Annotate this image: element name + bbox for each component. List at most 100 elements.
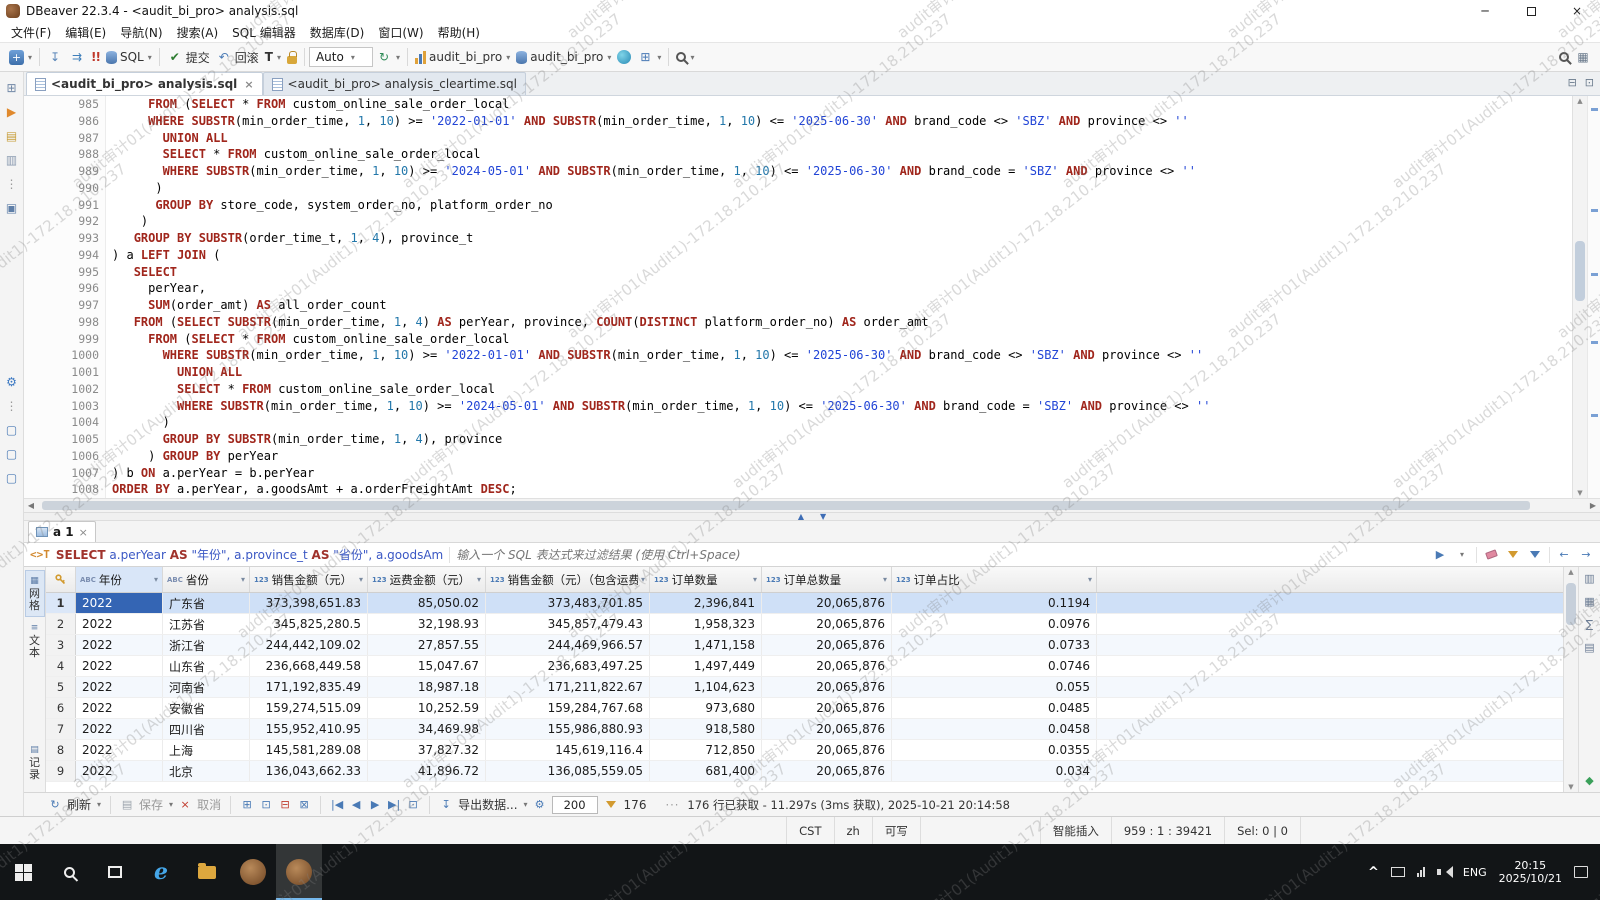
script-doc-icon[interactable]: ▢: [1, 466, 23, 490]
save-button[interactable]: 保存: [139, 796, 163, 813]
prev-page-button[interactable]: ◀: [349, 797, 363, 813]
row-number[interactable]: 1: [46, 593, 76, 613]
grid-cell[interactable]: 20,065,876: [762, 593, 892, 613]
grid-panel-icon[interactable]: ▦: [1584, 595, 1594, 608]
menu-item-0[interactable]: 文件(F): [4, 23, 58, 42]
overflow-icon[interactable]: ···: [665, 798, 679, 812]
grid-cell[interactable]: 244,469,966.57: [486, 635, 650, 655]
grid-cell[interactable]: 10,252.59: [368, 698, 486, 718]
code-line[interactable]: FROM (SELECT * FROM custom_online_sale_o…: [112, 96, 1572, 113]
action-center-icon[interactable]: [1574, 866, 1588, 878]
splitter-up-icon[interactable]: ▲: [798, 512, 804, 521]
grid-cell[interactable]: 18,987.18: [368, 677, 486, 697]
code-line[interactable]: FROM (SELECT SUBSTR(min_order_time, 1, 4…: [112, 314, 1572, 331]
grid-cell[interactable]: 373,483,701.85: [486, 593, 650, 613]
grid-cell[interactable]: 155,986,880.93: [486, 719, 650, 739]
menu-item-4[interactable]: SQL 编辑器: [225, 23, 303, 42]
commit-mode-combo[interactable]: Auto▾: [309, 47, 373, 67]
column-header-0[interactable]: ABC年份▾: [76, 567, 163, 592]
grid-cell[interactable]: 0.0746: [892, 656, 1097, 676]
code-line[interactable]: GROUP BY SUBSTR(min_order_time, 1, 4), p…: [112, 431, 1572, 448]
rollback-button[interactable]: ↶回滚: [213, 45, 262, 69]
grid-cell[interactable]: 345,857,479.43: [486, 614, 650, 634]
grid-cell[interactable]: 江苏省: [163, 614, 250, 634]
edit-cell-button[interactable]: ⊠: [297, 797, 311, 813]
grid-cell[interactable]: 20,065,876: [762, 761, 892, 781]
grid-cell[interactable]: 河南省: [163, 677, 250, 697]
scrollbar-thumb[interactable]: [42, 501, 1530, 510]
grid-cell[interactable]: 136,043,662.33: [250, 761, 368, 781]
chevron-down-icon[interactable]: ▾: [97, 800, 101, 809]
chevron-down-icon[interactable]: ▾: [524, 800, 528, 809]
grid-cell[interactable]: 山东省: [163, 656, 250, 676]
fetch-size-input[interactable]: [552, 796, 598, 814]
column-header-2[interactable]: 123销售金额（元）▾: [250, 567, 368, 592]
column-header-4[interactable]: 123销售金额（元）（包含运费）▾: [486, 567, 650, 592]
visualize-button[interactable]: [614, 45, 634, 69]
editor-vertical-scrollbar[interactable]: ▲ ▼: [1572, 96, 1587, 498]
menu-item-2[interactable]: 导航(N): [113, 23, 169, 42]
sql-menu-button[interactable]: SQL▾: [103, 45, 155, 69]
history-back-icon[interactable]: ←: [1556, 547, 1572, 563]
grid-vertical-scrollbar[interactable]: ▲ ▼: [1563, 567, 1578, 792]
lock-button[interactable]: [284, 45, 300, 69]
grid-cell[interactable]: 171,211,822.67: [486, 677, 650, 697]
focus-row-button[interactable]: ⊡: [406, 797, 420, 813]
grid-cell[interactable]: 0.0485: [892, 698, 1097, 718]
grid-cell[interactable]: 1,104,623: [650, 677, 762, 697]
row-number[interactable]: 5: [46, 677, 76, 697]
grid-cell[interactable]: 2022: [76, 677, 163, 697]
record-mode-toggle[interactable]: ▤记录: [25, 739, 45, 786]
code-line[interactable]: GROUP BY store_code, system_order_no, pl…: [112, 197, 1572, 214]
grid-cell[interactable]: 2022: [76, 656, 163, 676]
editor-horizontal-scrollbar[interactable]: ◀ ▶: [24, 498, 1600, 512]
taskbar-clock[interactable]: 20:15 2025/10/21: [1499, 859, 1562, 885]
chevron-down-icon[interactable]: ▾: [753, 575, 757, 584]
language-indicator[interactable]: ENG: [1463, 866, 1487, 879]
code-line[interactable]: perYear,: [112, 280, 1572, 297]
grid-cell[interactable]: 32,198.93: [368, 614, 486, 634]
restore-views-icon[interactable]: ⊞: [1, 76, 23, 100]
first-page-button[interactable]: |◀: [330, 797, 344, 813]
grid-cell[interactable]: 2022: [76, 740, 163, 760]
menu-item-1[interactable]: 编辑(E): [58, 23, 113, 42]
tray-expand-icon[interactable]: ^: [1368, 865, 1379, 880]
schema-selector[interactable]: audit_bi_pro▾: [513, 45, 614, 69]
maximize-button[interactable]: [1508, 0, 1554, 22]
code-line[interactable]: UNION ALL: [112, 130, 1572, 147]
export-data-button[interactable]: 导出数据...: [458, 796, 517, 813]
grid-cell[interactable]: 345,825,280.5: [250, 614, 368, 634]
row-number[interactable]: 7: [46, 719, 76, 739]
grid-cell[interactable]: 2022: [76, 614, 163, 634]
close-icon[interactable]: ×: [244, 78, 253, 91]
code-line[interactable]: UNION ALL: [112, 364, 1572, 381]
row-number[interactable]: 3: [46, 635, 76, 655]
chevron-down-icon[interactable]: ▾: [154, 575, 158, 584]
history-forward-icon[interactable]: →: [1578, 547, 1594, 563]
tray-volume-icon[interactable]: [1437, 866, 1451, 878]
connection-selector[interactable]: audit_bi_pro▾: [412, 45, 513, 69]
scrollbar-thumb[interactable]: [1575, 241, 1585, 301]
column-header-6[interactable]: 123订单总数量▾: [762, 567, 892, 592]
results-tab[interactable]: a 1 ×: [28, 521, 96, 542]
grid-cell[interactable]: 0.0458: [892, 719, 1097, 739]
scroll-down-icon[interactable]: ▼: [1573, 489, 1587, 497]
grid-corner-cell[interactable]: [46, 567, 76, 592]
grid-cell[interactable]: 0.1194: [892, 593, 1097, 613]
result-settings-gear-icon[interactable]: ⚙: [533, 797, 547, 813]
execute-sql-icon[interactable]: ▶: [1, 100, 23, 124]
grid-cell[interactable]: 1,958,323: [650, 614, 762, 634]
commit-button[interactable]: ✔提交: [164, 45, 213, 69]
delete-row-button[interactable]: ⊟: [278, 797, 292, 813]
grid-cell[interactable]: 20,065,876: [762, 740, 892, 760]
refresh-button[interactable]: 刷新: [67, 796, 91, 813]
grid-cell[interactable]: 41,896.72: [368, 761, 486, 781]
more-items-icon[interactable]: ⋮: [1, 394, 23, 418]
scroll-down-icon[interactable]: ▼: [1564, 783, 1578, 791]
code-line[interactable]: WHERE SUBSTR(min_order_time, 1, 10) >= '…: [112, 163, 1572, 180]
code-line[interactable]: ): [112, 213, 1572, 230]
grid-cell[interactable]: 15,047.67: [368, 656, 486, 676]
clear-filter-icon[interactable]: [1483, 547, 1499, 563]
script-doc-icon[interactable]: ▢: [1, 418, 23, 442]
script-doc-icon[interactable]: ▢: [1, 442, 23, 466]
